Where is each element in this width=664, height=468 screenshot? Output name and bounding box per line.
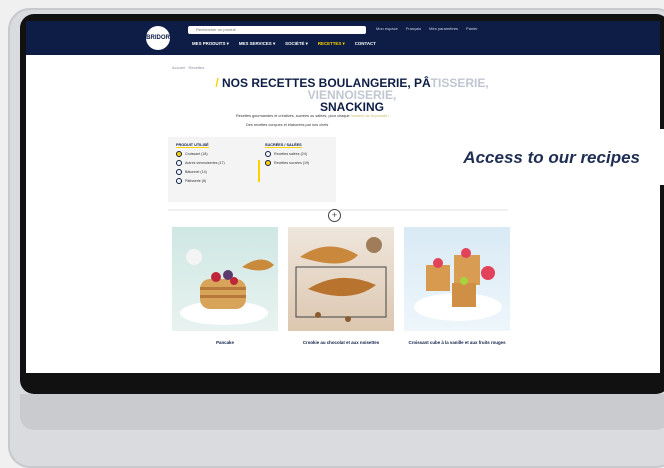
utility-link[interactable]: Français bbox=[406, 26, 421, 31]
page-title: / NOS RECETTES BOULANGERIE, PÂTISSERIE, … bbox=[172, 77, 532, 113]
breadcrumb[interactable]: Accueil · Recettes bbox=[172, 65, 204, 70]
recipe-grid: Pancake Crookie au chocolat et aux noise… bbox=[172, 227, 510, 367]
filter-option[interactable]: Autres viennoiseries (17) bbox=[176, 160, 225, 166]
filter-option[interactable]: Recettes sucrées (19) bbox=[265, 160, 309, 166]
filter-option[interactable]: Pâtisserie (6) bbox=[176, 178, 225, 184]
recipe-title[interactable]: Croissant cube à la vanille et aux fruit… bbox=[404, 340, 510, 346]
nav-item-products[interactable]: MES PRODUITS ▾ bbox=[192, 41, 229, 47]
recipe-card[interactable]: Croissant cube à la vanille et aux fruit… bbox=[404, 227, 510, 367]
nav-item-services[interactable]: MES SERVICES ▾ bbox=[239, 41, 275, 47]
site-header: BRIDOR Rechercher un produit Mon espace … bbox=[26, 21, 660, 55]
recipe-card[interactable]: Pancake bbox=[172, 227, 278, 367]
filter-option-label: Recettes sucrées (19) bbox=[274, 161, 310, 165]
filter-panel: PRODUIT UTILISÉ Croissant (18) Autres vi… bbox=[168, 137, 336, 202]
radio-icon[interactable] bbox=[265, 160, 271, 166]
filter-option-label: Croissant (18) bbox=[185, 152, 208, 156]
intro-link[interactable]: moment de la journée ! bbox=[351, 114, 390, 118]
recipe-image-crookie[interactable] bbox=[288, 227, 394, 331]
filter-divider bbox=[258, 160, 260, 182]
intro-line: Recettes gourmandes et créatives, sucrée… bbox=[236, 114, 351, 118]
filter-option[interactable]: Croissant (18) bbox=[176, 151, 225, 157]
recipe-title[interactable]: Crookie au chocolat et aux noisettes bbox=[288, 340, 394, 346]
pancake-illustration bbox=[180, 249, 274, 325]
filter-option-label: Bâtonnet (14) bbox=[185, 170, 207, 174]
title-line2: SNACKING bbox=[319, 100, 384, 114]
radio-icon[interactable] bbox=[176, 178, 182, 184]
crookie-illustration bbox=[295, 237, 387, 322]
filter-product: PRODUIT UTILISÉ Croissant (18) Autres vi… bbox=[176, 143, 225, 187]
cube-illustration bbox=[414, 248, 502, 321]
filter-option-label: Autres viennoiseries (17) bbox=[185, 161, 225, 165]
site-logo[interactable]: BRIDOR bbox=[146, 26, 170, 50]
recipe-image-pancake[interactable] bbox=[172, 227, 278, 331]
recipe-title[interactable]: Pancake bbox=[172, 340, 278, 346]
intro-line-2: Des recettes conçues et élaborées par no… bbox=[246, 123, 329, 127]
nav-item-contact[interactable]: CONTACT bbox=[355, 41, 376, 47]
recipe-card[interactable]: Crookie au chocolat et aux noisettes bbox=[288, 227, 394, 367]
callout-banner: Access to our recipes bbox=[392, 129, 664, 185]
radio-icon[interactable] bbox=[265, 151, 271, 157]
filter-option[interactable]: Recettes salées (24) bbox=[265, 151, 309, 157]
nav-item-recipes[interactable]: RECETTES ▾ bbox=[318, 41, 345, 47]
filter-option-label: Pâtisserie (6) bbox=[185, 179, 207, 183]
search-input[interactable]: Rechercher un produit bbox=[188, 26, 366, 34]
main-nav: MES PRODUITS ▾ MES SERVICES ▾ SOCIÉTÉ ▾ … bbox=[192, 41, 376, 47]
callout-text: Access to our recipes bbox=[463, 148, 640, 167]
utility-link[interactable]: Mes paramètres bbox=[429, 26, 458, 31]
nav-item-company[interactable]: SOCIÉTÉ ▾ bbox=[285, 41, 308, 47]
utility-links: Mon espace Français Mes paramètres Panie… bbox=[376, 26, 478, 31]
filter-option[interactable]: Bâtonnet (14) bbox=[176, 169, 225, 175]
filter-heading: SUCRÉES / SALÉES bbox=[265, 143, 302, 148]
recipe-image-croissant-cube[interactable] bbox=[404, 227, 510, 331]
radio-icon[interactable] bbox=[176, 151, 182, 157]
utility-link[interactable]: Panier bbox=[466, 26, 478, 31]
laptop-chin bbox=[20, 394, 664, 430]
radio-icon[interactable] bbox=[176, 169, 182, 175]
browser-screen: BRIDOR Rechercher un produit Mon espace … bbox=[26, 21, 660, 373]
title-slash: / bbox=[215, 76, 222, 90]
filter-taste: SUCRÉES / SALÉES Recettes salées (24) Re… bbox=[265, 143, 309, 169]
utility-link[interactable]: Mon espace bbox=[376, 26, 398, 31]
intro-text: Recettes gourmandes et créatives, sucrée… bbox=[236, 114, 389, 118]
radio-icon[interactable] bbox=[176, 160, 182, 166]
more-filters-button[interactable]: + bbox=[328, 209, 341, 222]
filter-option-label: Recettes salées (24) bbox=[274, 152, 307, 156]
filter-heading: PRODUIT UTILISÉ bbox=[176, 143, 209, 148]
